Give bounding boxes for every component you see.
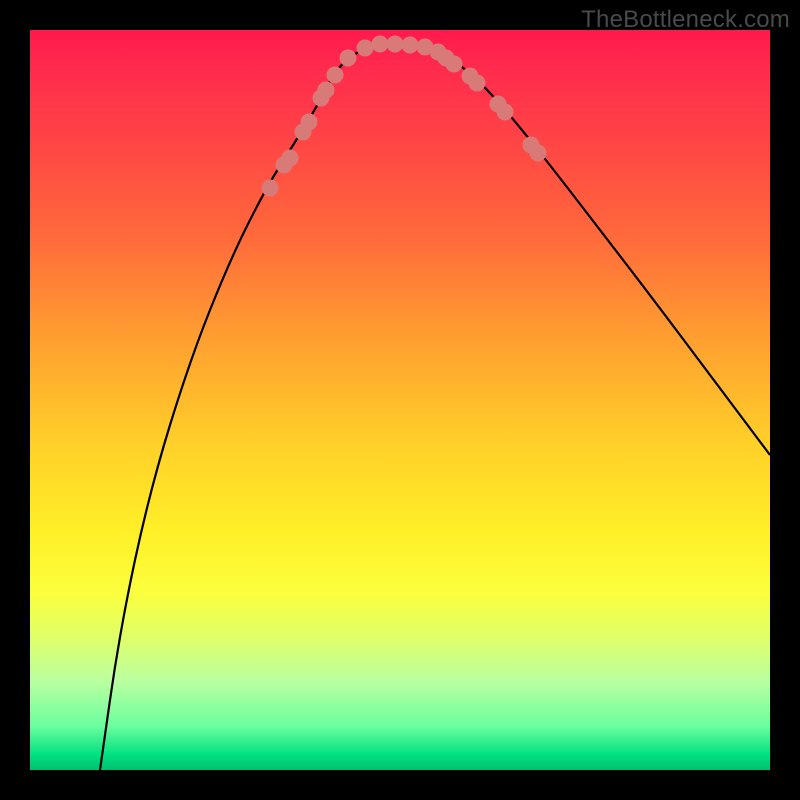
chart-svg	[30, 30, 770, 770]
chart-frame: TheBottleneck.com	[0, 0, 800, 800]
highlight-dot	[387, 36, 404, 53]
highlight-dot	[282, 150, 299, 167]
bottleneck-curve	[100, 44, 770, 770]
highlight-dot	[357, 40, 374, 57]
highlight-dot	[340, 50, 357, 67]
curve-layer	[100, 44, 770, 770]
highlight-dot	[262, 180, 279, 197]
highlight-dot	[469, 75, 486, 92]
plot-area	[30, 30, 770, 770]
highlight-dot	[446, 56, 463, 73]
dots-layer	[262, 36, 547, 197]
highlight-dot	[372, 36, 389, 53]
highlight-dot	[327, 67, 344, 84]
watermark-text: TheBottleneck.com	[581, 6, 790, 34]
highlight-dot	[402, 37, 419, 54]
highlight-dot	[318, 82, 335, 99]
highlight-dot	[301, 114, 318, 131]
highlight-dot	[497, 104, 514, 121]
highlight-dot	[530, 145, 547, 162]
